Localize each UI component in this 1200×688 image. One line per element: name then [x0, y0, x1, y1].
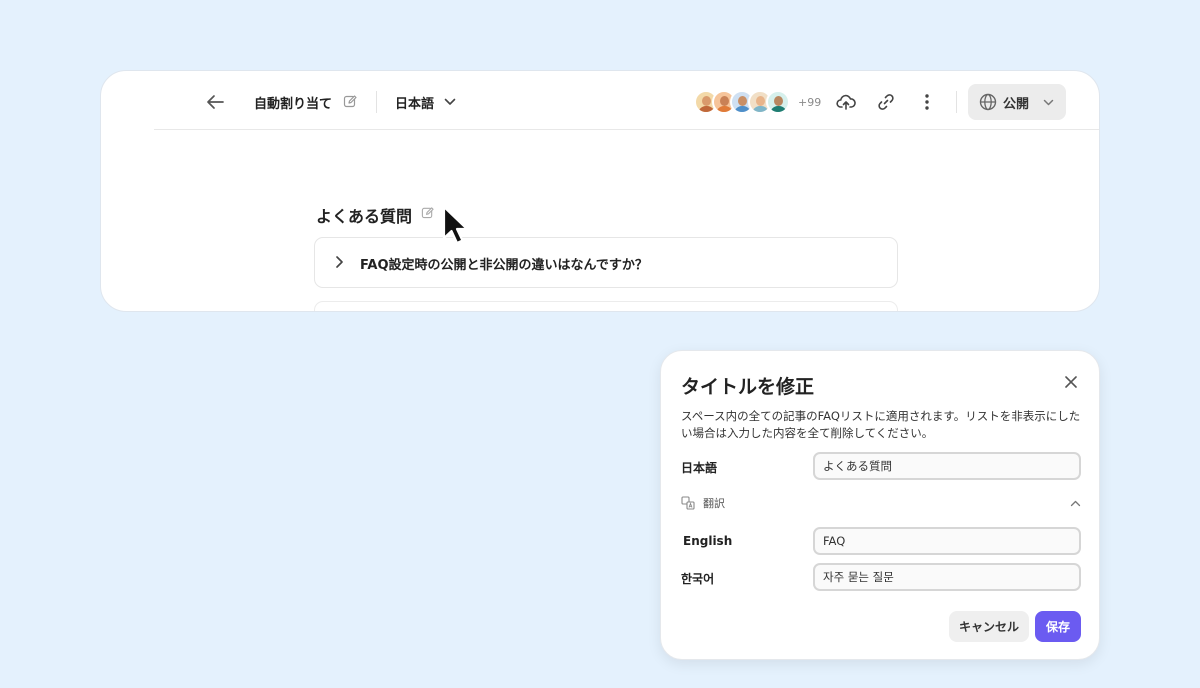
editor-card: 自動割り当て 日本語 +99 公開 よくある質問 FAQ設定時の公開と非公開の違…: [100, 70, 1100, 312]
edit-title-dialog: タイトルを修正 スペース内の全ての記事のFAQリストに適用されます。リストを非表…: [660, 350, 1100, 660]
faq-question: FAQ設定時の公開と非公開の違いはなんですか？: [360, 258, 648, 273]
language-label: 日本語: [395, 96, 435, 112]
copy-link-button[interactable]: [875, 91, 897, 113]
field-label-japanese: 日本語: [681, 461, 718, 475]
save-button[interactable]: 保存: [1035, 611, 1081, 642]
dialog-title: タイトルを修正: [681, 376, 815, 398]
korean-title-input[interactable]: [813, 563, 1081, 591]
japanese-title-input[interactable]: [813, 452, 1081, 480]
translation-toggle[interactable]: 翻訳: [681, 494, 1081, 512]
document-title: 自動割り当て: [254, 97, 333, 112]
translate-icon: [681, 496, 695, 510]
arrow-left-icon: [207, 95, 224, 109]
toolbar-bottom-border: [154, 129, 1099, 130]
editor-toolbar: 自動割り当て 日本語 +99 公開: [101, 71, 1099, 131]
toolbar-divider: [376, 91, 377, 113]
language-select[interactable]: 日本語: [395, 91, 456, 113]
toolbar-divider: [956, 91, 957, 113]
more-vertical-icon: [925, 94, 929, 110]
cloud-upload-icon: [836, 94, 856, 110]
chevron-down-icon: [1043, 99, 1054, 105]
translation-label: 翻訳: [703, 497, 725, 510]
cancel-button[interactable]: キャンセル: [949, 611, 1029, 642]
faq-heading: よくある質問: [316, 207, 413, 226]
upload-button[interactable]: [835, 91, 857, 113]
back-button[interactable]: [203, 91, 227, 113]
field-label-korean: 한국어: [681, 572, 715, 586]
close-button[interactable]: [1061, 372, 1081, 392]
publish-label: 公開: [1003, 96, 1030, 112]
faq-item[interactable]: [314, 301, 898, 311]
edit-icon[interactable]: [343, 94, 357, 108]
avatar-count: +99: [798, 95, 822, 109]
edit-icon[interactable]: [421, 206, 434, 219]
chevron-up-icon: [1070, 500, 1081, 506]
field-label-english: English: [683, 534, 733, 548]
more-options-button[interactable]: [916, 91, 938, 113]
chevron-right-icon: [336, 256, 343, 268]
close-icon: [1065, 376, 1077, 388]
globe-icon: [979, 93, 997, 111]
faq-item[interactable]: FAQ設定時の公開と非公開の違いはなんですか？: [314, 237, 898, 288]
english-title-input[interactable]: [813, 527, 1081, 555]
avatar: [766, 90, 790, 114]
dialog-description: スペース内の全ての記事のFAQリストに適用されます。リストを非表示にしたい場合は…: [681, 409, 1081, 440]
chevron-down-icon: [444, 98, 456, 105]
link-icon: [878, 94, 894, 110]
publish-button[interactable]: 公開: [968, 84, 1066, 120]
collaborator-avatars[interactable]: +99: [694, 90, 821, 114]
